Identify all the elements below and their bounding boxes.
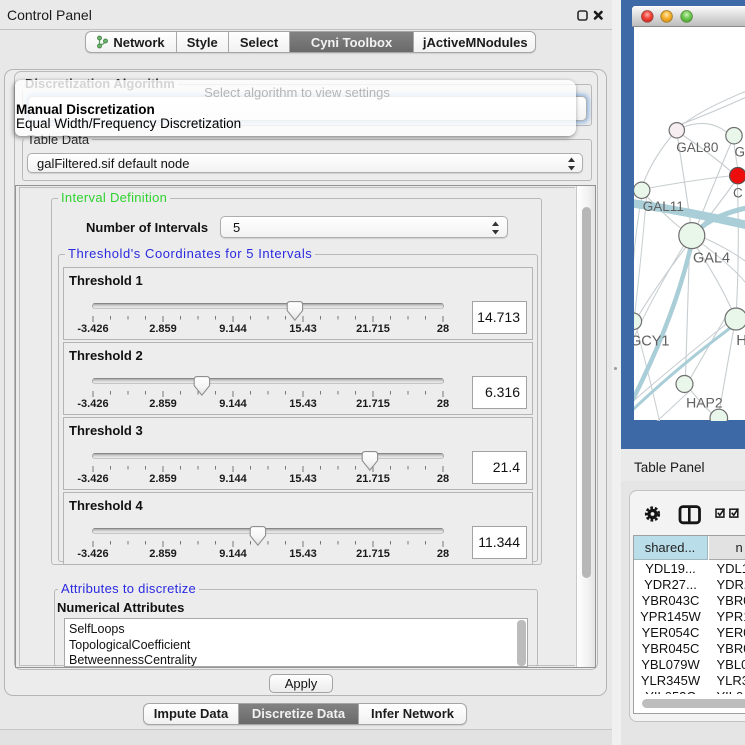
svg-text:C: C <box>733 186 743 201</box>
svg-text:GCY1: GCY1 <box>634 334 670 350</box>
svg-text:GAL80: GAL80 <box>676 140 718 155</box>
svg-text:GAL11: GAL11 <box>642 199 683 214</box>
svg-text:GAL4: GAL4 <box>693 251 730 267</box>
svg-text:HAP2: HAP2 <box>686 395 723 411</box>
svg-text:H: H <box>736 332 745 349</box>
svg-text:GA: GA <box>734 145 745 160</box>
